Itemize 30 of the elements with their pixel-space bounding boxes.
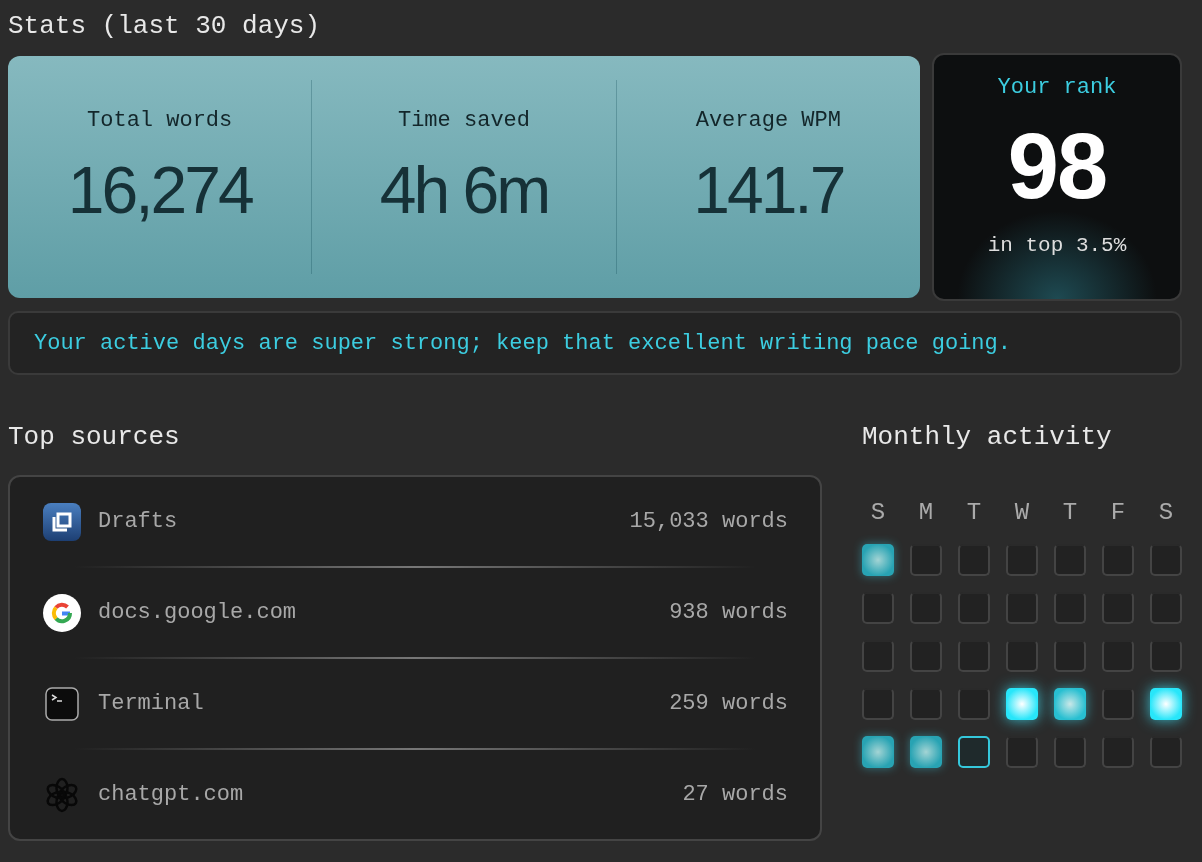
- stat-label: Total words: [87, 108, 233, 133]
- word-count: 27 words: [682, 782, 788, 807]
- rank-label: Your rank: [997, 75, 1117, 100]
- rank-value: 98: [1007, 120, 1107, 212]
- app-icon: [42, 501, 82, 542]
- weekday-label: W: [1014, 499, 1030, 526]
- section-title: Monthly activity: [862, 421, 1112, 454]
- weekday-label: S: [870, 499, 886, 526]
- page-title: Stats (last 30 days): [8, 10, 321, 43]
- source-name: Drafts: [98, 509, 179, 534]
- stat-label: Average WPM: [695, 108, 841, 133]
- source-name: Terminal: [98, 691, 205, 716]
- weekday-label: F: [1110, 499, 1126, 526]
- stat-value: 16,274: [67, 157, 252, 223]
- section-title: Top sources: [8, 421, 180, 454]
- stat-value: 141.7: [693, 157, 844, 223]
- stat-label: Time saved: [397, 108, 530, 133]
- weekday-label: T: [1062, 499, 1078, 526]
- tip-text: Your active days are super strong; keep that excellent writing pace going.: [34, 330, 1011, 356]
- word-count: 15,033 words: [629, 509, 788, 534]
- source-name: docs.google.com: [98, 600, 298, 625]
- weekday-label: M: [918, 499, 934, 526]
- stat-value: 4h 6m: [379, 157, 549, 223]
- g-logo-icon: [42, 592, 82, 633]
- rank-caption: in top 3.5%: [987, 234, 1127, 257]
- source-name: chatgpt.com: [98, 782, 245, 807]
- word-count: 938 words: [669, 600, 788, 625]
- weekday-label: T: [966, 499, 982, 526]
- weekday-label: S: [1158, 499, 1174, 526]
- word-count: 259 words: [669, 691, 788, 716]
